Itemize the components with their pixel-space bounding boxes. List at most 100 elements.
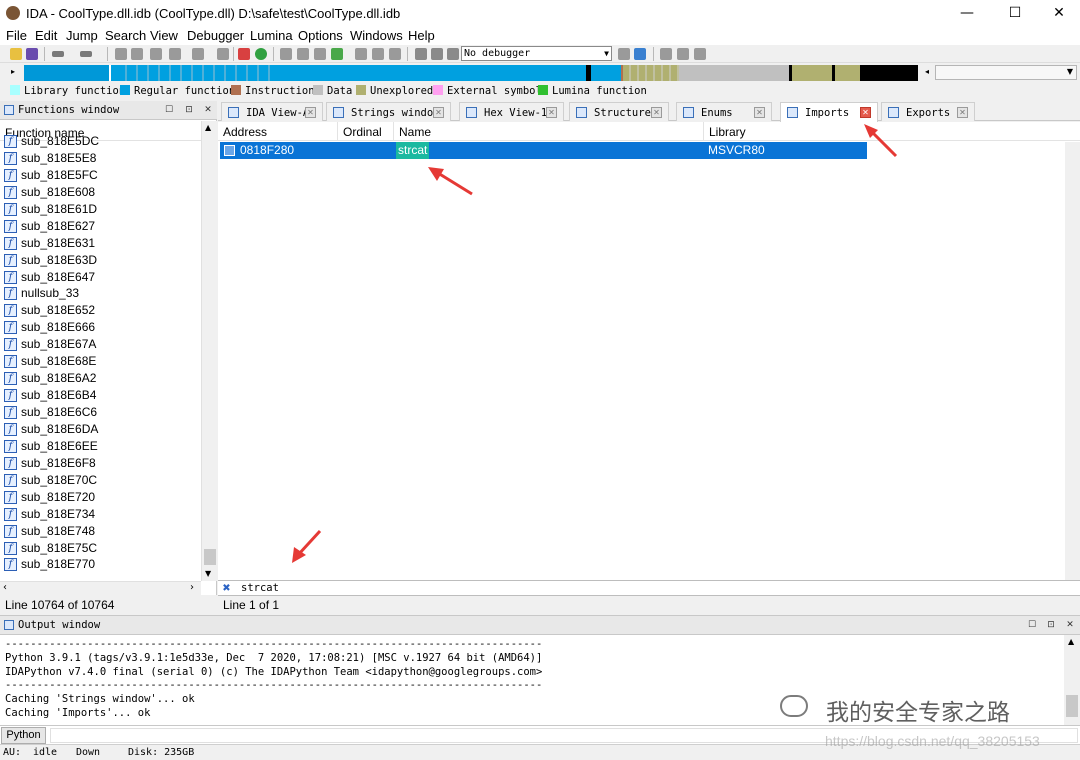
list-item[interactable]: f sub_818E720: [0, 489, 201, 506]
filter-close-icon[interactable]: ✖: [221, 583, 232, 594]
back-arrow-icon[interactable]: [52, 51, 64, 57]
list-item[interactable]: f sub_818E608: [0, 184, 201, 201]
menu-search[interactable]: Search: [105, 28, 146, 43]
menu-debugger[interactable]: Debugger: [187, 28, 244, 43]
pause-icon[interactable]: [431, 48, 443, 60]
tab-hex-view-1[interactable]: Hex View-1 ✕: [459, 102, 564, 121]
tab-structures[interactable]: Structures ✕: [569, 102, 669, 121]
run-icon[interactable]: [255, 48, 267, 60]
menu-options[interactable]: Options: [298, 28, 343, 43]
list-item[interactable]: f sub_818E6A2: [0, 370, 201, 387]
tab-close-icon[interactable]: ✕: [957, 107, 968, 118]
functions-vertical-scrollbar[interactable]: ▲ ▼: [201, 121, 217, 581]
python-language-button[interactable]: Python: [1, 727, 46, 744]
list-item[interactable]: f sub_818E652: [0, 302, 201, 319]
list-item[interactable]: f sub_818E70C: [0, 472, 201, 489]
column-address[interactable]: Address: [218, 122, 338, 141]
scrollbar-thumb[interactable]: [1066, 695, 1078, 717]
list-item[interactable]: f sub_818E5DC: [0, 133, 201, 150]
tab-close-icon[interactable]: ✕: [651, 107, 662, 118]
debugger-select[interactable]: No debugger ▼: [461, 46, 612, 61]
scroll-right-icon[interactable]: ›: [190, 582, 194, 593]
list-item[interactable]: f sub_818E5FC: [0, 167, 201, 184]
filter-input[interactable]: strcat: [241, 582, 279, 594]
toolbar-tool-icon[interactable]: [115, 48, 127, 60]
tab-exports[interactable]: Exports ✕: [881, 102, 975, 121]
column-name[interactable]: Name: [394, 122, 704, 141]
panel-close-icon[interactable]: ✕: [202, 104, 214, 116]
list-item[interactable]: f sub_818E770: [0, 556, 201, 573]
tab-close-icon[interactable]: ✕: [754, 107, 765, 118]
minimize-button[interactable]: —: [944, 0, 990, 27]
toolbar-tool-icon[interactable]: [677, 48, 689, 60]
menu-lumina[interactable]: Lumina: [250, 28, 293, 43]
panel-float-icon[interactable]: ☐: [1026, 619, 1038, 631]
tab-close-icon[interactable]: ✕: [546, 107, 557, 118]
plus-icon[interactable]: [331, 48, 343, 60]
list-item[interactable]: f sub_818E61D: [0, 201, 201, 218]
menu-help[interactable]: Help: [408, 28, 435, 43]
list-item[interactable]: f sub_818E6F8: [0, 455, 201, 472]
scroll-down-icon[interactable]: ▼: [205, 569, 211, 578]
tab-close-icon[interactable]: ✕: [433, 107, 444, 118]
nav-band-select[interactable]: ▼: [935, 65, 1077, 80]
toolbar-tool-icon[interactable]: [355, 48, 367, 60]
functions-horizontal-scrollbar[interactable]: ‹ ›: [0, 581, 201, 595]
toolbar-tool-icon[interactable]: [150, 48, 162, 60]
table-row[interactable]: 0818F280 strcat MSVCR80: [220, 142, 867, 159]
close-button[interactable]: ✕: [1036, 0, 1080, 27]
toolbar-tool-icon[interactable]: [131, 48, 143, 60]
toolbar-tool-icon[interactable]: [660, 48, 672, 60]
list-item[interactable]: f sub_818E666: [0, 319, 201, 336]
list-item[interactable]: f sub_818E5E8: [0, 150, 201, 167]
panel-float-icon[interactable]: ☐: [163, 104, 175, 116]
panel-close-icon[interactable]: ✕: [1064, 619, 1076, 631]
x-icon[interactable]: [389, 48, 401, 60]
tab-imports[interactable]: Imports ✕: [780, 102, 878, 122]
column-ordinal[interactable]: Ordinal: [338, 122, 394, 141]
scroll-left-icon[interactable]: ‹: [3, 582, 7, 593]
list-item[interactable]: f sub_818E68E: [0, 353, 201, 370]
tab-close-icon[interactable]: ✕: [305, 107, 316, 118]
menu-file[interactable]: File: [6, 28, 27, 43]
menu-edit[interactable]: Edit: [35, 28, 57, 43]
tab-enums[interactable]: Enums ✕: [676, 102, 772, 121]
imports-vertical-scrollbar[interactable]: ▼: [1065, 142, 1080, 597]
panel-pin-icon[interactable]: ⊡: [183, 104, 195, 116]
open-icon[interactable]: [10, 48, 22, 60]
maximize-button[interactable]: ☐: [992, 0, 1038, 27]
toolbar-tool-icon[interactable]: [694, 48, 706, 60]
stop-icon[interactable]: [447, 48, 459, 60]
toolbar-tool-icon[interactable]: [314, 48, 326, 60]
forward-arrow-icon[interactable]: [80, 51, 92, 57]
imports-table[interactable]: Address Ordinal Name Library 0818F280 st…: [218, 122, 1080, 597]
list-item[interactable]: f sub_818E6B4: [0, 387, 201, 404]
toolbar-tool-icon[interactable]: [169, 48, 181, 60]
list-item[interactable]: f sub_818E75C: [0, 540, 201, 557]
nav-left-arrow-icon[interactable]: ▸: [11, 67, 15, 76]
functions-list[interactable]: f sub_818E5DC f sub_818E5E8 f sub_818E5FC f sub…: [0, 133, 201, 573]
column-library[interactable]: Library: [704, 122, 867, 141]
toolbar-tool-icon[interactable]: [280, 48, 292, 60]
navigation-band[interactable]: [24, 65, 918, 81]
menu-jump[interactable]: Jump: [66, 28, 98, 43]
tab-close-icon[interactable]: ✕: [860, 107, 871, 118]
list-item[interactable]: f sub_818E67A: [0, 336, 201, 353]
down-arrow-icon[interactable]: [192, 48, 204, 60]
list-item[interactable]: f sub_818E734: [0, 506, 201, 523]
toolbar-tool-icon[interactable]: [372, 48, 384, 60]
tab-strings-window[interactable]: Strings window ✕: [326, 102, 451, 121]
toolbar-tool-icon[interactable]: [297, 48, 309, 60]
list-item[interactable]: f nullsub_33: [0, 285, 201, 302]
tab-ida-view-a[interactable]: IDA View-A ✕: [221, 102, 323, 121]
list-item[interactable]: f sub_818E627: [0, 218, 201, 235]
panel-pin-icon[interactable]: ⊡: [1045, 619, 1057, 631]
toolbar-tool-icon[interactable]: [217, 48, 229, 60]
list-item[interactable]: f sub_818E6DA: [0, 421, 201, 438]
list-item[interactable]: f sub_818E647: [0, 269, 201, 286]
play-icon[interactable]: [415, 48, 427, 60]
list-item[interactable]: f sub_818E631: [0, 235, 201, 252]
list-item[interactable]: f sub_818E6C6: [0, 404, 201, 421]
list-item[interactable]: f sub_818E748: [0, 523, 201, 540]
list-item[interactable]: f sub_818E63D: [0, 252, 201, 269]
